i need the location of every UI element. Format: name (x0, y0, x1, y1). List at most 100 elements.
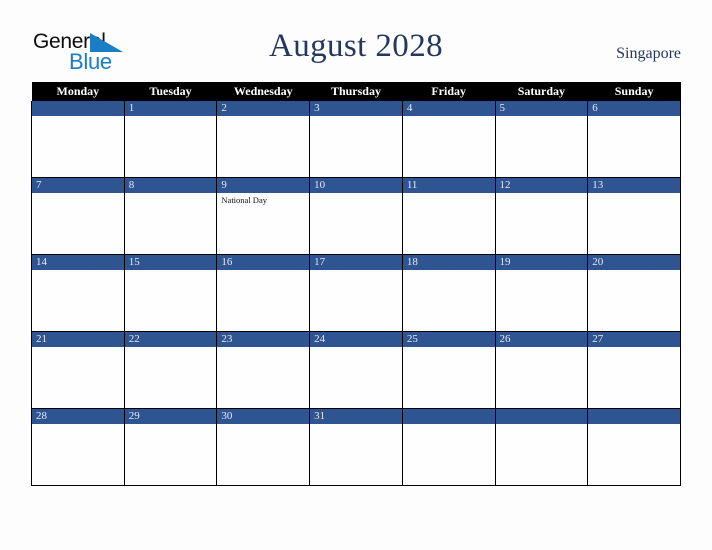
day-events (588, 193, 680, 195)
day-number: 15 (124, 255, 217, 270)
day-number: 18 (402, 255, 495, 270)
calendar-day-cell[interactable]: 21 (31, 331, 125, 409)
weekday-header-friday: Friday (402, 82, 496, 101)
calendar-week-row: 7 8 9 National Day 10 11 12 13 (31, 177, 681, 255)
weekday-header-tuesday: Tuesday (124, 82, 217, 101)
day-number: 6 (588, 101, 680, 116)
day-number: 2 (217, 101, 310, 116)
day-events (403, 193, 495, 195)
day-number: 1 (124, 101, 217, 116)
calendar-day-cell[interactable]: 31 (309, 408, 403, 486)
day-events (403, 347, 495, 349)
day-number (588, 409, 680, 424)
calendar-day-cell[interactable]: 8 (123, 177, 218, 255)
day-number: 4 (402, 101, 495, 116)
day-events (310, 424, 402, 426)
calendar-day-cell[interactable]: 19 (494, 254, 589, 332)
day-events (310, 270, 402, 272)
weekday-header-monday: Monday (31, 82, 125, 101)
day-number: 22 (124, 332, 217, 347)
day-events (403, 424, 495, 426)
day-number: 9 (217, 178, 310, 193)
day-events (403, 116, 495, 118)
calendar-day-cell[interactable]: 15 (123, 254, 218, 332)
calendar-day-cell[interactable]: 24 (309, 331, 403, 409)
calendar-day-cell[interactable]: 1 (123, 101, 218, 178)
calendar-page: General Blue August 2028 Singapore Monda… (0, 0, 712, 550)
calendar-day-cell[interactable]: 17 (309, 254, 403, 332)
calendar-day-cell[interactable]: 9 National Day (216, 177, 311, 255)
day-number: 17 (310, 255, 402, 270)
calendar-day-cell[interactable]: 7 (31, 177, 125, 255)
calendar-day-cell[interactable]: 22 (123, 331, 218, 409)
day-number: 29 (124, 409, 217, 424)
calendar-week-row: 123456 (31, 101, 681, 178)
day-number: 25 (402, 332, 495, 347)
day-events (125, 193, 217, 195)
day-number: 23 (217, 332, 310, 347)
day-number: 30 (217, 409, 310, 424)
day-events (588, 424, 680, 426)
weekday-header-saturday: Saturday (495, 82, 588, 101)
calendar-day-cell[interactable]: 30 (216, 408, 311, 486)
day-events (32, 270, 124, 272)
calendar-day-cell[interactable]: 5 (494, 101, 589, 178)
calendar-body: 1 2 3 4 5 6 7 8 9 National Day 10 11 12 13 14 15 16 17 18 1… (31, 101, 681, 486)
day-number: 27 (588, 332, 680, 347)
day-events (217, 424, 309, 426)
day-number: 13 (588, 178, 680, 193)
day-events (310, 116, 402, 118)
day-events (125, 270, 217, 272)
calendar-day-cell[interactable]: 27 (587, 331, 681, 409)
day-events: National Day (217, 193, 309, 206)
day-events (496, 270, 588, 272)
calendar-day-cell[interactable]: 6 (587, 101, 681, 178)
weekday-header-sunday: Sunday (587, 82, 681, 101)
day-events (125, 116, 217, 118)
calendar-day-cell[interactable]: 23 (216, 331, 311, 409)
day-number: 10 (310, 178, 402, 193)
weekday-header-wednesday: Wednesday (216, 82, 310, 101)
day-events (496, 193, 588, 195)
day-number: 16 (217, 255, 310, 270)
day-events (217, 270, 309, 272)
day-number (495, 409, 588, 424)
calendar-day-cell[interactable]: 18 (401, 254, 496, 332)
calendar-empty-cell (401, 408, 496, 486)
calendar-day-cell[interactable]: 28 (31, 408, 125, 486)
day-number: 11 (402, 178, 495, 193)
day-number: 3 (310, 101, 402, 116)
calendar-day-cell[interactable]: 11 (401, 177, 496, 255)
day-events (403, 270, 495, 272)
day-events (125, 347, 217, 349)
day-events (217, 347, 309, 349)
calendar-day-cell[interactable]: 16 (216, 254, 311, 332)
holiday-event: National Day (221, 195, 267, 205)
calendar-day-cell[interactable]: 20 (587, 254, 681, 332)
calendar-day-cell[interactable]: 26 (494, 331, 589, 409)
calendar-day-cell[interactable]: 14 (31, 254, 125, 332)
day-number: 24 (310, 332, 402, 347)
calendar-day-cell[interactable]: 29 (123, 408, 218, 486)
day-number: 7 (32, 178, 124, 193)
calendar-day-cell[interactable]: 4 (401, 101, 496, 178)
day-events (310, 193, 402, 195)
calendar-day-cell[interactable]: 13 (587, 177, 681, 255)
calendar-day-cell[interactable]: 25 (401, 331, 496, 409)
weekday-header-thursday: Thursday (309, 82, 403, 101)
day-number: 5 (495, 101, 588, 116)
day-number: 12 (495, 178, 588, 193)
calendar-day-cell[interactable]: 3 (309, 101, 403, 178)
day-number: 28 (32, 409, 124, 424)
day-events (496, 347, 588, 349)
calendar-empty-cell (31, 101, 125, 178)
page-header: General Blue August 2028 Singapore (0, 0, 712, 82)
day-number (32, 101, 124, 116)
calendar-day-cell[interactable]: 12 (494, 177, 589, 255)
calendar-week-row: 28 29 30 31 (31, 408, 681, 486)
calendar-day-cell[interactable]: 2 (216, 101, 311, 178)
day-number: 8 (124, 178, 217, 193)
day-number: 31 (310, 409, 402, 424)
calendar-day-cell[interactable]: 10 (309, 177, 403, 255)
calendar-week-row: 14 15 16 17 18 19 20 (31, 254, 681, 332)
